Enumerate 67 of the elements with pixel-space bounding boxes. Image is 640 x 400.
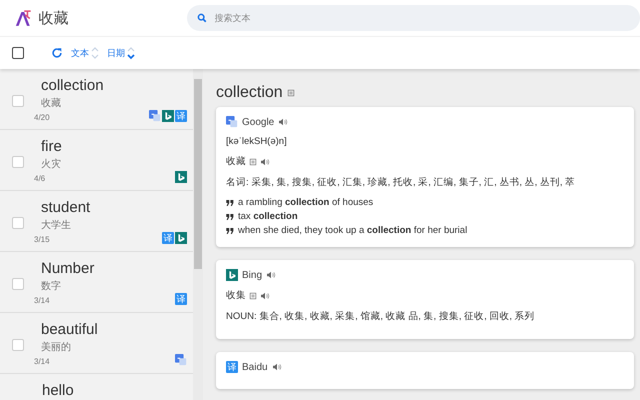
translate-badge: 译 <box>175 293 187 305</box>
example-sentence: a rambling collection of houses <box>238 197 374 208</box>
app-logo-icon <box>14 8 33 28</box>
b-logo-icon <box>226 269 238 281</box>
translation-text: 收藏 <box>226 155 246 168</box>
quote-icon <box>226 214 234 220</box>
refresh-icon[interactable] <box>51 47 63 59</box>
definition-text: 名词: 采集, 集, 搜集, 征收, 汇集, 珍藏, 托收, 采, 汇编, 集子, 汇, 丛书, 丛, 丛刊, 萃 <box>226 176 576 189</box>
copy-icon[interactable] <box>249 158 257 166</box>
detail-title: collection <box>216 84 283 102</box>
page-title: 收藏 <box>38 8 69 28</box>
definition-text: NOUN: 集合, 收集, 收藏, 采集, 馆藏, 收藏 品, 集, 搜集, 征收, 回收, 系列 <box>226 310 536 323</box>
translate-badge: 译 <box>175 110 187 122</box>
copy-icon[interactable] <box>249 292 257 300</box>
example-sentence: when she died, they took up a collection for her burial <box>238 225 468 236</box>
count-text: 3/15 <box>34 235 50 244</box>
search-icon <box>196 13 207 23</box>
translate-icon <box>226 116 238 128</box>
word-text: collection <box>41 77 104 94</box>
example-sentence: tax collection <box>238 211 298 222</box>
b-logo-icon <box>175 171 187 183</box>
sort-button[interactable]: 日期 <box>107 46 125 60</box>
speaker-icon[interactable] <box>266 271 276 279</box>
phonetic-text: [kəˈlekSH(ə)n] <box>226 136 288 147</box>
count-text: 4/6 <box>34 174 46 183</box>
select-all-checkbox[interactable] <box>12 47 24 59</box>
item-checkbox[interactable] <box>12 339 24 351</box>
word-text: student <box>41 199 90 216</box>
translation-text: 美丽的 <box>41 340 72 354</box>
speaker-icon[interactable] <box>278 118 288 126</box>
count-text: 4/20 <box>34 113 50 122</box>
item-checkbox[interactable] <box>12 278 24 290</box>
translation-text: 收集 <box>226 289 246 302</box>
engine-name: Bing <box>242 270 262 280</box>
sort-arrows-icon[interactable] <box>127 45 135 61</box>
translation-text: 收藏 <box>41 96 62 110</box>
copy-icon[interactable] <box>286 89 295 97</box>
engine-name: Google <box>242 116 274 128</box>
quote-icon <box>226 228 234 234</box>
engine-name: Baidu <box>242 362 268 372</box>
word-list-item[interactable]: student 大学生 3/15 译 <box>0 191 193 252</box>
search-field[interactable]: 搜索文本 <box>186 5 640 31</box>
translate-icon <box>149 110 161 122</box>
word-text: fire <box>41 138 62 155</box>
sort-button[interactable]: 文本 <box>71 46 89 60</box>
item-checkbox[interactable] <box>12 95 24 107</box>
translate-badge: 译 <box>226 361 238 373</box>
translate-icon <box>175 354 187 366</box>
quote-icon <box>226 200 234 206</box>
speaker-icon[interactable] <box>272 363 282 371</box>
speaker-icon[interactable] <box>260 292 270 300</box>
translation-text: 火灾 <box>41 158 62 171</box>
word-text: hello <box>42 382 74 399</box>
translation-text: 数字 <box>41 280 62 293</box>
translate-badge: 译 <box>162 232 174 244</box>
speaker-icon[interactable] <box>260 158 270 166</box>
item-checkbox[interactable] <box>12 156 24 168</box>
scrollbar-thumb[interactable] <box>194 79 202 269</box>
word-list-item[interactable]: collection 收藏 4/20 译 <box>0 69 193 130</box>
word-text: beautiful <box>41 321 98 338</box>
count-text: 3/14 <box>34 357 50 366</box>
b-logo-icon <box>175 232 187 244</box>
word-text: Number <box>41 260 94 277</box>
translation-text: 大学生 <box>41 218 72 232</box>
b-logo-icon <box>162 110 174 122</box>
count-text: 3/14 <box>34 296 50 305</box>
item-checkbox[interactable] <box>12 217 24 229</box>
